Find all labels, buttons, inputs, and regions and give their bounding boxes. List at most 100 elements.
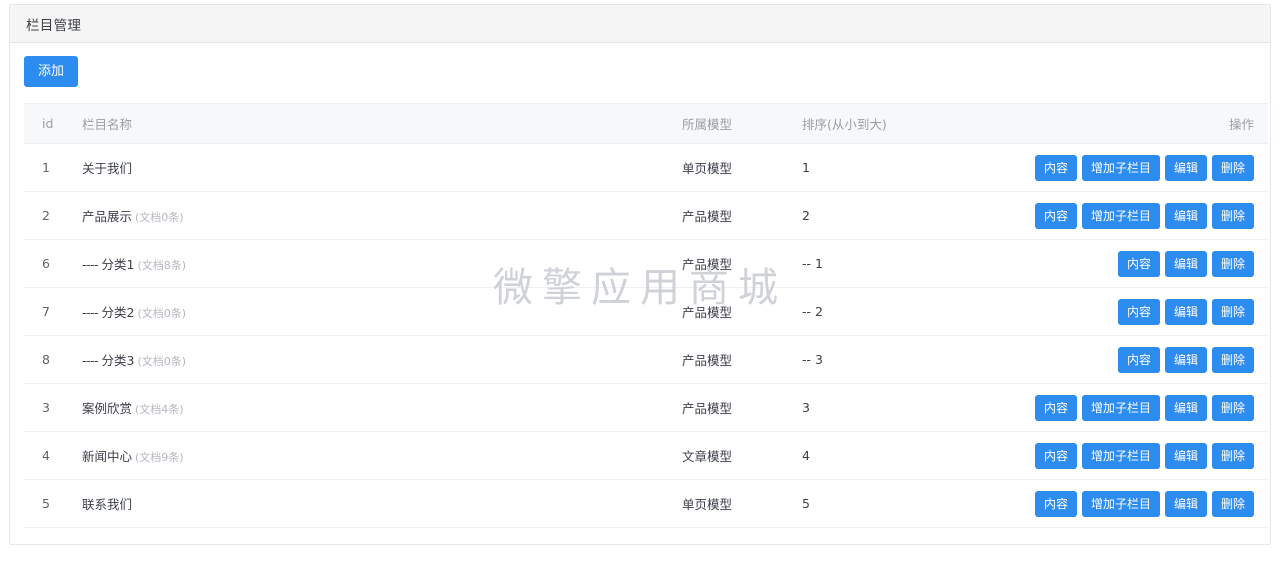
cell-operations: 内容 增加子栏目 编辑 删除 [1032,191,1268,240]
table-row: 2 产品展示 (文档0条) 产品模型 2 内容 增加子栏目 编辑 删除 [24,191,1268,240]
edit-button[interactable]: 编辑 [1164,154,1207,181]
row-id-value: 7 [42,304,50,319]
document-count-label: (文档0条) [135,211,184,224]
name-indent-prefix: ---- [82,257,102,272]
cell-operations: 内容 增加子栏目 编辑 删除 [1032,143,1268,192]
page-title: 栏目管理 [26,17,82,34]
cell-name: 新闻中心 (文档9条) [72,431,672,480]
column-name-value: 新闻中心 [82,449,133,464]
column-header-name: 栏目名称 [72,103,672,144]
delete-button[interactable]: 删除 [1211,346,1254,373]
row-id-value: 2 [42,208,50,223]
cell-name: ---- 分类3 (文档0条) [72,335,672,384]
add-button[interactable]: 添加 [24,56,79,87]
cell-model: 文章模型 [672,431,792,480]
add-subcolumn-button[interactable]: 增加子栏目 [1081,394,1160,421]
cell-operations: 内容 编辑 删除 [1032,335,1268,384]
document-count-label: (文档0条) [137,307,187,320]
row-id-value: 8 [42,352,50,367]
table-header: id 栏目名称 所属模型 排序(从小到大) 操作 [24,103,1268,144]
content-button[interactable]: 内容 [1117,298,1160,325]
cell-sort: 2 [792,191,1032,240]
content-button[interactable]: 内容 [1117,250,1160,277]
column-name-value: 分类3 [101,353,135,368]
column-header-ops: 操作 [1032,103,1268,144]
cell-operations: 内容 编辑 删除 [1032,287,1268,336]
add-subcolumn-button[interactable]: 增加子栏目 [1081,154,1160,181]
cell-id: 3 [24,383,72,432]
cell-name: 联系我们 [72,479,672,528]
cell-model: 产品模型 [672,191,792,240]
panel-heading: 栏目管理 [10,5,1270,43]
column-header-sort: 排序(从小到大) [792,103,1032,144]
content-button[interactable]: 内容 [1034,490,1077,517]
add-subcolumn-button[interactable]: 增加子栏目 [1081,202,1160,229]
cell-operations: 内容 增加子栏目 编辑 删除 [1032,383,1268,432]
column-name-value: 分类2 [101,305,135,320]
edit-button[interactable]: 编辑 [1164,298,1207,325]
edit-button[interactable]: 编辑 [1164,202,1207,229]
cell-operations: 内容 编辑 删除 [1032,239,1268,288]
delete-button[interactable]: 删除 [1211,442,1254,469]
table-row: 6 ---- 分类1 (文档8条) 产品模型 -- 1 内容 编辑 删除 [24,239,1268,288]
table-body: 1 关于我们 单页模型 1 内容 增加子栏目 编辑 删除 2 产品展示 (文档0条) 产品模型 2 内容增… [24,143,1268,528]
cell-sort: -- 3 [792,335,1032,384]
edit-button[interactable]: 编辑 [1164,346,1207,373]
edit-button[interactable]: 编辑 [1164,394,1207,421]
toolbar: 添加 [24,56,1256,103]
table-header-row: id 栏目名称 所属模型 排序(从小到大) 操作 [24,103,1268,144]
row-id-value: 5 [42,496,50,511]
cell-name: 案例欣赏 (文档4条) [72,383,672,432]
add-subcolumn-button[interactable]: 增加子栏目 [1081,490,1160,517]
edit-button[interactable]: 编辑 [1164,250,1207,277]
panel-body: 添加 id 栏目名称 所属模型 排序(从小到大) 操作 1 关于我们 单页模型 1 内容… [10,43,1270,528]
document-count-label: (文档9条) [135,451,184,464]
edit-button[interactable]: 编辑 [1164,490,1207,517]
cell-sort: -- 2 [792,287,1032,336]
column-name-value: 产品展示 [82,209,133,224]
column-name-value: 分类1 [101,257,135,272]
cell-id: 6 [24,239,72,288]
operations-group: 内容 增加子栏目 编辑 删除 [1034,394,1254,421]
delete-button[interactable]: 删除 [1211,250,1254,277]
content-button[interactable]: 内容 [1034,442,1077,469]
cell-model: 产品模型 [672,383,792,432]
content-button[interactable]: 内容 [1034,202,1077,229]
document-count-label: (文档4条) [135,403,184,416]
add-subcolumn-button[interactable]: 增加子栏目 [1081,442,1160,469]
cell-id: 4 [24,431,72,480]
name-indent-prefix: ---- [82,305,102,320]
table-row: 1 关于我们 单页模型 1 内容 增加子栏目 编辑 删除 [24,143,1268,192]
cell-sort: 5 [792,479,1032,528]
edit-button[interactable]: 编辑 [1164,442,1207,469]
cell-model: 产品模型 [672,335,792,384]
delete-button[interactable]: 删除 [1211,298,1254,325]
operations-group: 内容 编辑 删除 [1042,250,1254,277]
delete-button[interactable]: 删除 [1211,154,1254,181]
cell-model: 单页模型 [672,143,792,192]
content-button[interactable]: 内容 [1117,346,1160,373]
operations-group: 内容 增加子栏目 编辑 删除 [1034,490,1254,517]
delete-button[interactable]: 删除 [1211,202,1254,229]
cell-name: 关于我们 [72,143,672,192]
cell-name: 产品展示 (文档0条) [72,191,672,240]
column-management-panel: 栏目管理 添加 id 栏目名称 所属模型 排序(从小到大) 操作 1 关于我们 单页… [9,4,1271,545]
column-name-value: 关于我们 [82,161,133,176]
operations-group: 内容 增加子栏目 编辑 删除 [1034,442,1254,469]
cell-sort: 3 [792,383,1032,432]
cell-id: 1 [24,143,72,192]
content-button[interactable]: 内容 [1034,154,1077,181]
cell-id: 8 [24,335,72,384]
content-button[interactable]: 内容 [1034,394,1077,421]
cell-sort: -- 1 [792,239,1032,288]
column-header-model: 所属模型 [672,103,792,144]
delete-button[interactable]: 删除 [1211,490,1254,517]
row-id-value: 4 [42,448,50,463]
column-name-value: 联系我们 [82,497,133,512]
cell-id: 2 [24,191,72,240]
cell-id: 7 [24,287,72,336]
delete-button[interactable]: 删除 [1211,394,1254,421]
table-row: 5 联系我们 单页模型 5 内容 增加子栏目 编辑 删除 [24,479,1268,528]
cell-sort: 4 [792,431,1032,480]
table-row: 8 ---- 分类3 (文档0条) 产品模型 -- 3 内容 编辑 删除 [24,335,1268,384]
